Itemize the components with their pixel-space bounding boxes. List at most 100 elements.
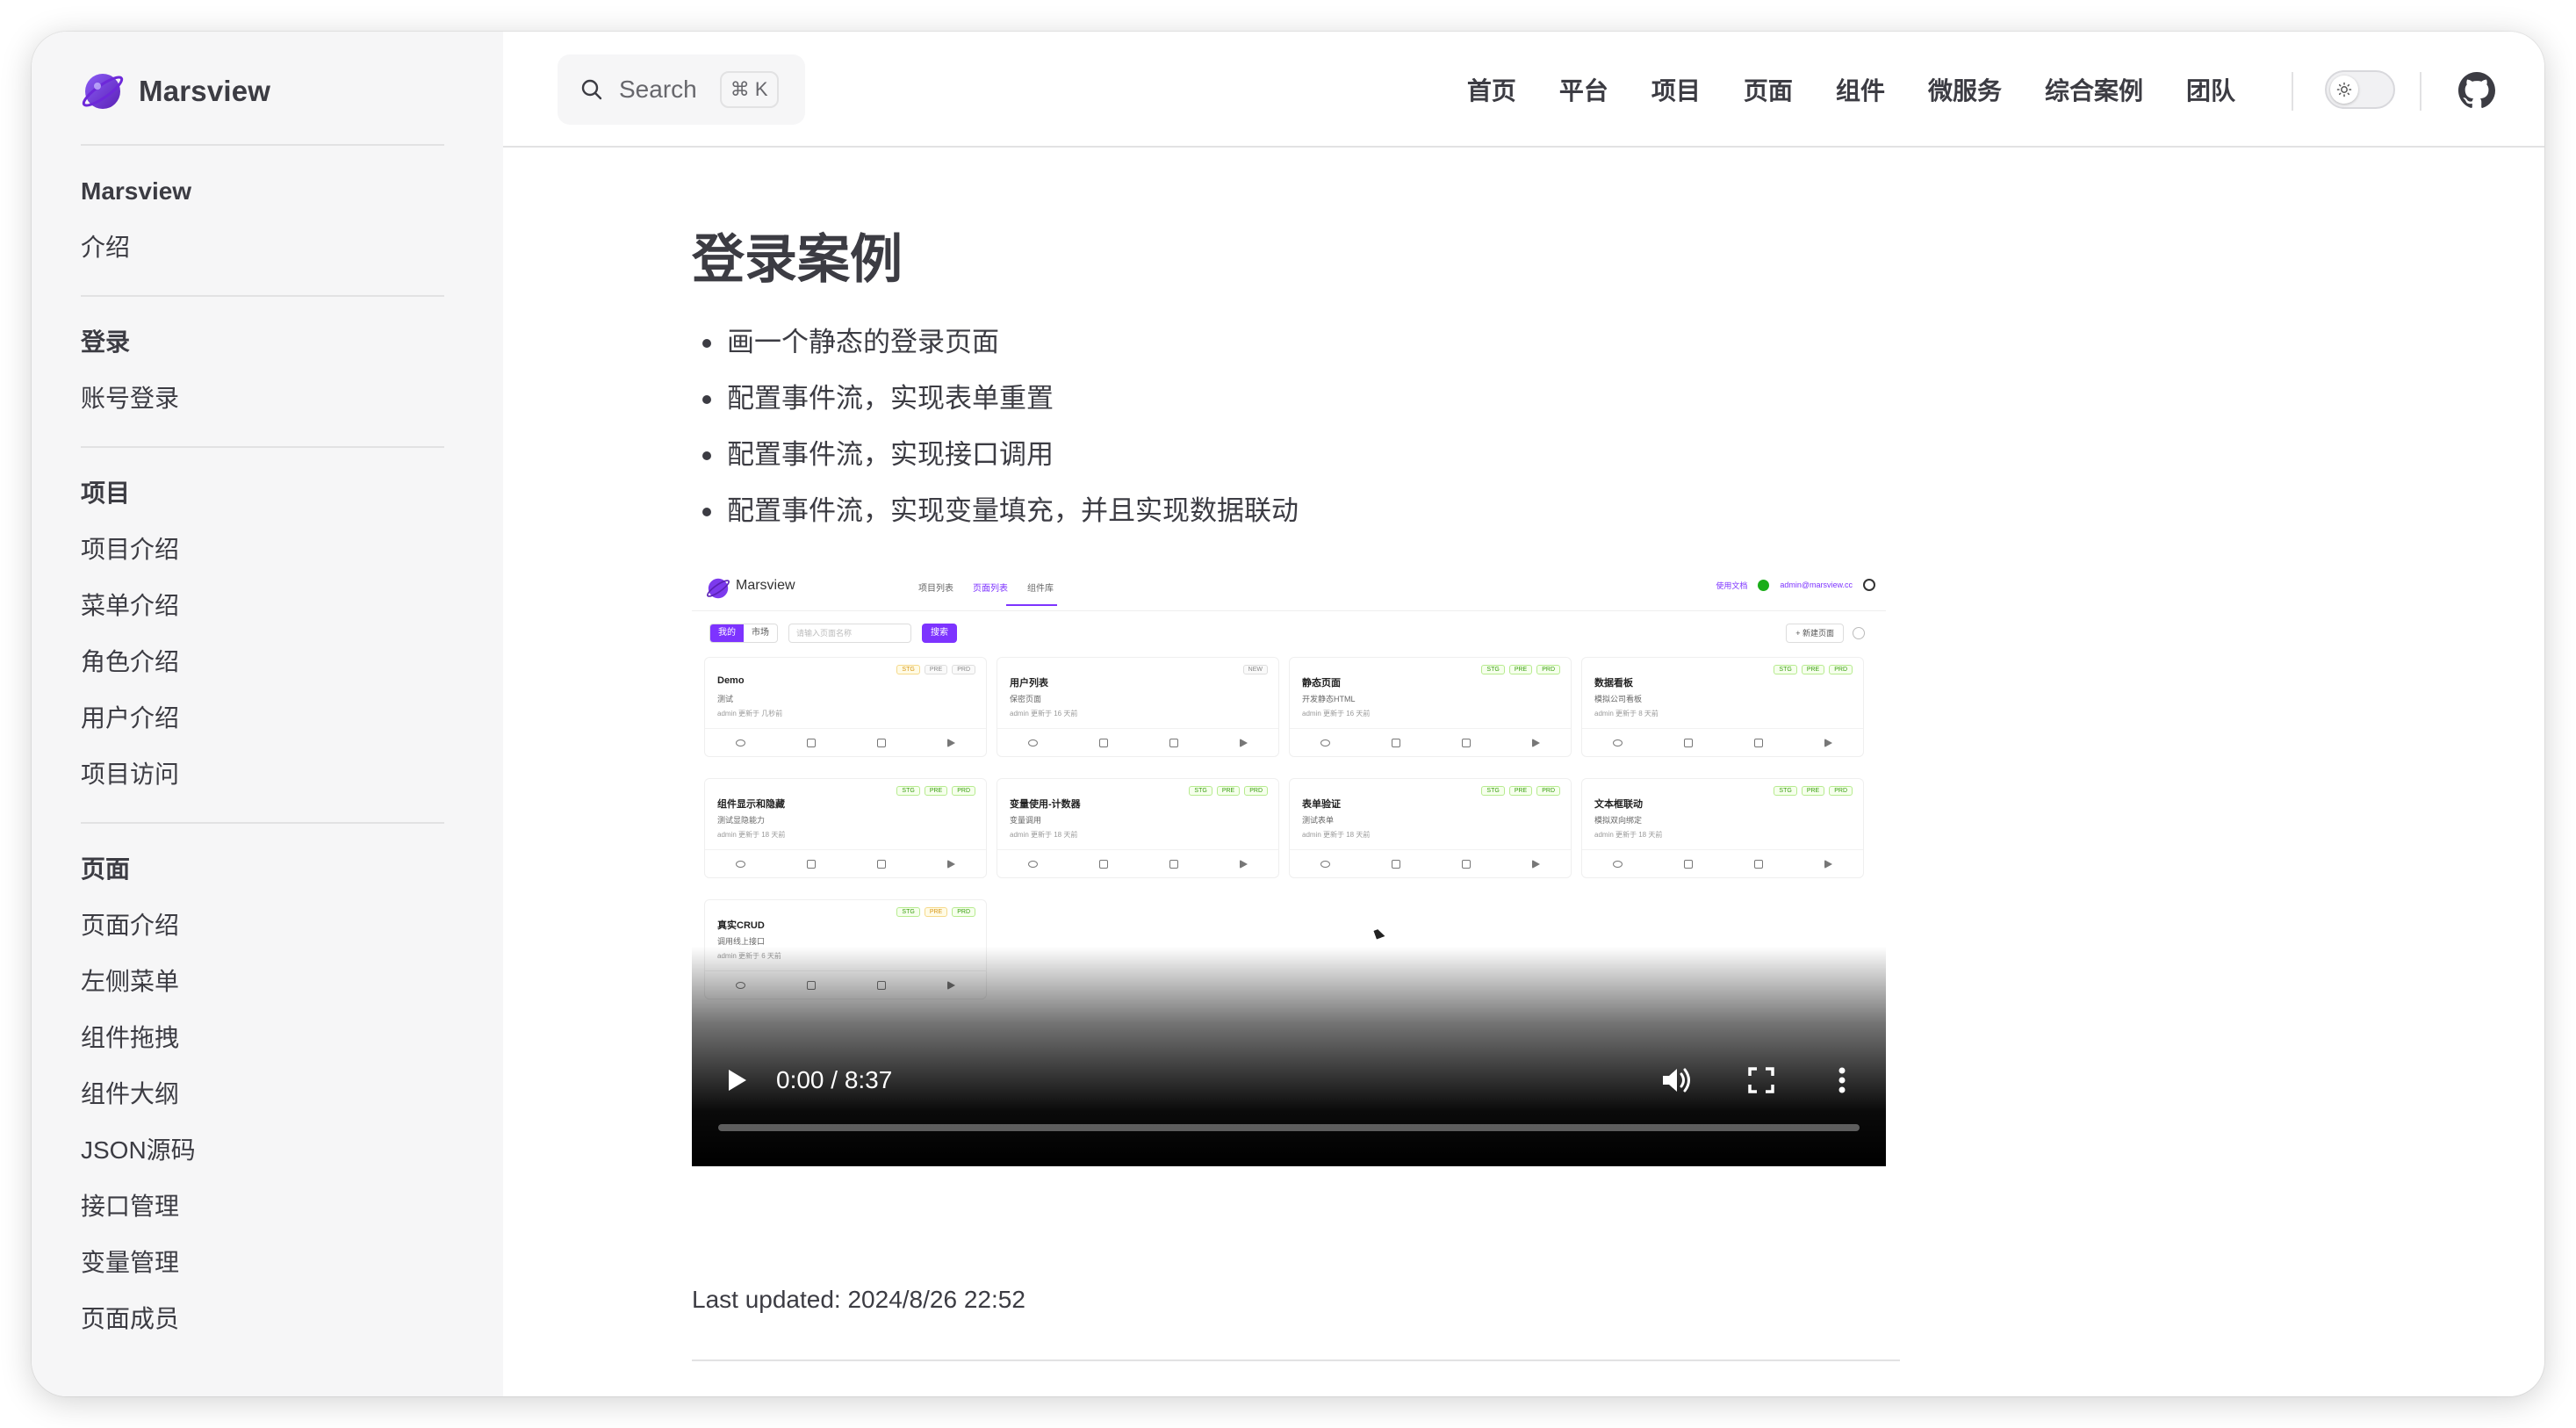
- preview-icon: [1028, 860, 1038, 868]
- capture-docs-link: 使用文档: [1716, 581, 1748, 590]
- copy-icon: [1099, 738, 1108, 747]
- card-env-tags: STG PRE PRD: [1769, 786, 1853, 796]
- sidebar-item[interactable]: 角色介绍: [81, 643, 444, 682]
- env-tag: STG: [1189, 786, 1212, 796]
- sidebar-item[interactable]: 左侧菜单: [81, 963, 444, 1001]
- env-tag: PRD: [1829, 665, 1853, 674]
- nav-link[interactable]: 组件: [1836, 72, 1885, 107]
- sidebar-item[interactable]: 页面成员: [81, 1300, 444, 1338]
- bullet-list: 画一个静态的登录页面 配置事件流，实现表单重置 配置事件流，实现接口调用 配置事件流，…: [692, 314, 1930, 539]
- video-player[interactable]: Marsview 项目列表 页面列表 组件库 使用文档 admin@marsview…: [692, 566, 1886, 1166]
- preview-icon: [1613, 860, 1623, 868]
- card-actions: [1290, 849, 1571, 877]
- capture-page-card: STG PRE PRD 组件显示和隐藏 测试显隐能力 admin 更新于 18 天前: [704, 778, 987, 878]
- nav-link[interactable]: 首页: [1467, 72, 1516, 107]
- volume-icon[interactable]: [1658, 1063, 1695, 1098]
- sidebar-item[interactable]: 菜单介绍: [81, 587, 444, 625]
- capture-user-email: admin@marsview.cc: [1780, 581, 1853, 589]
- publish-icon: [1532, 859, 1540, 869]
- env-tag: PRE: [1508, 665, 1533, 674]
- fullscreen-icon[interactable]: [1744, 1063, 1779, 1098]
- capture-tab: 页面列表: [973, 584, 1008, 594]
- capture-tab: 组件库: [1027, 584, 1054, 594]
- preview-icon: [1613, 739, 1623, 746]
- card-desc: 开发静态HTML: [1302, 695, 1356, 703]
- sidebar-item[interactable]: 页面介绍: [81, 906, 444, 945]
- publish-icon: [1824, 859, 1832, 869]
- capture-search-button: 搜索: [922, 624, 957, 643]
- capture-page-card: STG PRE PRD 表单验证 测试表单 admin 更新于 18 天前: [1289, 778, 1572, 878]
- env-tag: STG: [896, 786, 920, 796]
- sidebar-item[interactable]: 组件大纲: [81, 1075, 444, 1114]
- top-nav-links: 首页 平台 项目 页面 组件 微服务 综合案例 团队: [1424, 32, 2235, 148]
- card-actions: [1290, 728, 1571, 756]
- search-button[interactable]: Search ⌘ K: [558, 54, 805, 125]
- card-actions: [705, 849, 986, 877]
- mouse-cursor-icon: [1373, 927, 1385, 940]
- card-meta: admin 更新于 几秒前: [717, 710, 783, 718]
- nav-link[interactable]: 平台: [1559, 72, 1608, 107]
- sidebar-item[interactable]: 组件拖拽: [81, 1019, 444, 1057]
- copy-icon: [1099, 859, 1108, 869]
- search-icon: [581, 79, 602, 100]
- card-desc: 模拟公司看板: [1594, 695, 1643, 703]
- card-actions: [705, 728, 986, 756]
- sidebar-item[interactable]: JSON源码: [81, 1131, 444, 1170]
- preview-icon: [736, 860, 745, 868]
- bullet-item: 配置事件流，实现接口调用: [692, 427, 1930, 483]
- env-tag: PRE: [1508, 786, 1533, 796]
- sidebar-group-title: 页面: [81, 855, 131, 883]
- sidebar-item[interactable]: 变量管理: [81, 1244, 444, 1282]
- publish-icon: [1240, 859, 1248, 869]
- sidebar-item[interactable]: 用户介绍: [81, 699, 444, 738]
- sidebar-item[interactable]: 项目介绍: [81, 530, 444, 569]
- nav-link[interactable]: 综合案例: [2045, 72, 2143, 107]
- copy-icon: [1684, 859, 1693, 869]
- env-tag: STG: [1774, 665, 1797, 674]
- play-icon[interactable]: [718, 1063, 753, 1098]
- delete-icon: [1462, 738, 1471, 747]
- github-icon[interactable]: [2458, 72, 2495, 109]
- capture-page-card: STG PRE PRD 静态页面 开发静态HTML admin 更新于 16 天前: [1289, 657, 1572, 757]
- card-name: 表单验证: [1302, 799, 1341, 810]
- bullet-item: 画一个静态的登录页面: [692, 314, 1930, 371]
- card-env-tags: STG PRE PRD: [892, 907, 975, 917]
- sidebar-group: 项目 项目介绍 菜单介绍 角色介绍 用户介绍 项目访问: [81, 446, 444, 822]
- env-tag: PRE: [924, 786, 948, 796]
- nav-link[interactable]: 页面: [1744, 72, 1793, 107]
- card-name: 用户列表: [1010, 678, 1048, 689]
- env-tag: STG: [896, 907, 920, 917]
- app-window: Marsview Marsview 介绍 登录 账号登录 项目 项目介绍 菜单介绍 角色介绍用…: [32, 32, 2544, 1396]
- sidebar-item[interactable]: 接口管理: [81, 1187, 444, 1226]
- delete-icon: [1169, 859, 1178, 869]
- card-env-tags: STG PRE PRD: [1477, 786, 1560, 796]
- publish-icon: [1240, 738, 1248, 747]
- capture-header: Marsview 项目列表 页面列表 组件库 使用文档 admin@marsview…: [692, 566, 1886, 611]
- nav-link[interactable]: 团队: [2186, 72, 2235, 107]
- planet-logo-icon: [82, 74, 124, 109]
- brand-link[interactable]: Marsview: [81, 67, 270, 116]
- brand-name: Marsview: [139, 75, 271, 107]
- env-tag: STG: [896, 665, 920, 674]
- more-options-icon[interactable]: [1824, 1063, 1860, 1098]
- sidebar-item[interactable]: 账号登录: [81, 379, 444, 418]
- env-tag: PRD: [952, 665, 975, 674]
- sidebar-item[interactable]: 项目访问: [81, 755, 444, 794]
- capture-search-input: 请输入页面名称: [788, 624, 911, 643]
- nav-link[interactable]: 项目: [1651, 72, 1701, 107]
- publish-icon: [1532, 738, 1540, 747]
- card-meta: admin 更新于 18 天前: [717, 831, 786, 839]
- video-progress-bar[interactable]: [718, 1124, 1860, 1131]
- card-desc: 模拟双向绑定: [1594, 816, 1643, 825]
- theme-toggle[interactable]: [2325, 70, 2395, 109]
- sidebar-item[interactable]: 介绍: [81, 228, 444, 267]
- sidebar: Marsview Marsview 介绍 登录 账号登录 项目 项目介绍 菜单介绍 角色介绍用…: [32, 32, 503, 1396]
- env-tag: PRE: [1801, 665, 1825, 674]
- card-actions: [1582, 849, 1863, 877]
- footer-divider: [692, 1359, 1900, 1361]
- search-label: Search: [619, 76, 697, 103]
- nav-link[interactable]: 微服务: [1928, 72, 2002, 107]
- card-meta: admin 更新于 16 天前: [1010, 710, 1078, 718]
- sidebar-group-title: 登录: [81, 328, 131, 356]
- env-tag: PRE: [1216, 786, 1241, 796]
